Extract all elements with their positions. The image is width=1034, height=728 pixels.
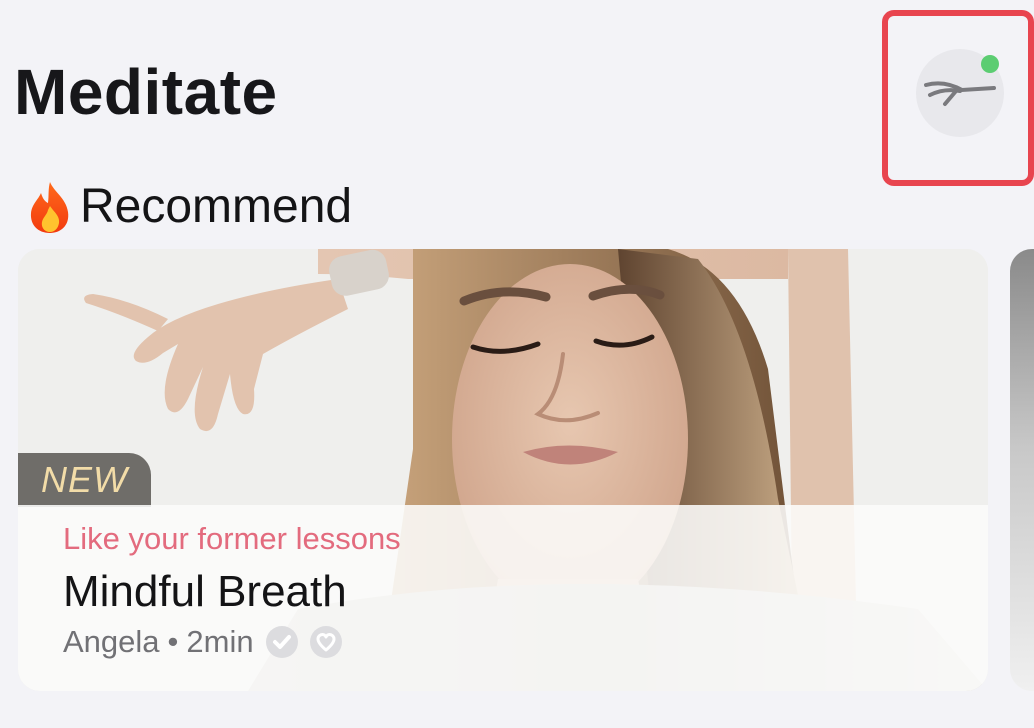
section-title: Recommend xyxy=(80,180,353,233)
page-title: Meditate xyxy=(14,56,278,128)
lesson-card[interactable]: NEW Like your former lessons Mindful Bre… xyxy=(18,249,988,691)
checkmark-icon xyxy=(265,626,298,658)
meta-separator: • xyxy=(167,624,179,659)
lesson-recommendation-reason: Like your former lessons xyxy=(63,521,401,556)
fire-icon xyxy=(30,182,69,233)
lesson-author: Angela xyxy=(63,624,160,659)
heart-icon[interactable] xyxy=(309,626,342,658)
lesson-title: Mindful Breath xyxy=(63,567,347,616)
new-badge: NEW xyxy=(18,453,151,507)
lesson-duration: 2min xyxy=(186,624,254,659)
next-lesson-card[interactable] xyxy=(1010,249,1034,691)
lesson-info-panel: Like your former lessons Mindful Breath … xyxy=(18,505,988,691)
section-header-recommend: Recommend xyxy=(24,180,352,234)
lesson-meta: Angela • 2min xyxy=(63,622,342,662)
notification-dot xyxy=(981,55,999,73)
